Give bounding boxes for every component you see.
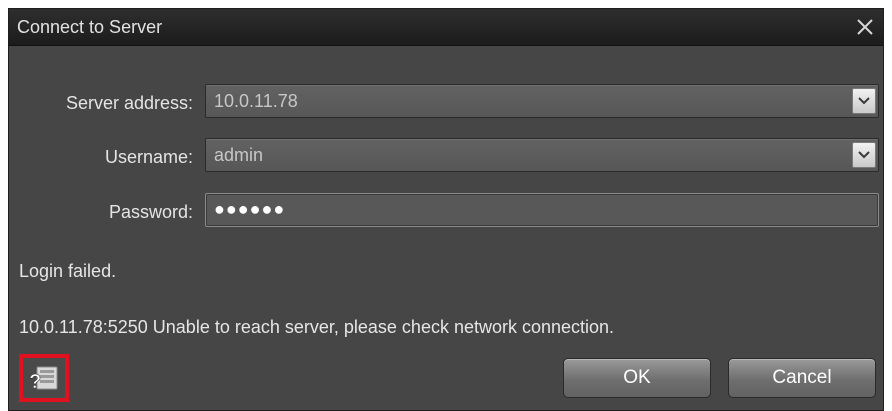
server-address-combo[interactable]: 10.0.11.78 xyxy=(205,84,879,118)
help-network-button[interactable]: ? xyxy=(19,354,69,402)
ok-button[interactable]: OK xyxy=(563,358,711,398)
dialog-title: Connect to Server xyxy=(17,17,163,37)
chevron-down-icon xyxy=(858,97,870,105)
chevron-down-icon xyxy=(858,151,870,159)
login-status-text: Login failed. xyxy=(19,261,117,281)
username-dropdown-button[interactable] xyxy=(852,142,876,168)
username-combo[interactable]: admin xyxy=(205,138,879,172)
server-address-dropdown-button[interactable] xyxy=(852,88,876,114)
svg-text:?: ? xyxy=(29,371,41,393)
close-button[interactable] xyxy=(847,9,883,45)
username-label: Username: xyxy=(104,147,193,167)
close-icon xyxy=(857,19,873,35)
server-address-label: Server address: xyxy=(65,93,193,113)
error-message-text: 10.0.11.78:5250 Unable to reach server, … xyxy=(19,317,615,337)
help-network-icon: ? xyxy=(29,366,58,393)
password-label: Password: xyxy=(108,202,193,222)
cancel-button[interactable]: Cancel xyxy=(728,358,876,398)
password-field[interactable]: ●●●●●● xyxy=(205,193,879,227)
connect-dialog: Connect to Server Server address: 10.0.1… xyxy=(8,8,884,411)
username-value: admin xyxy=(214,145,264,165)
title-bar[interactable]: Connect to Server xyxy=(9,9,883,46)
password-value: ●●●●●● xyxy=(214,199,286,219)
server-address-value: 10.0.11.78 xyxy=(214,91,298,111)
